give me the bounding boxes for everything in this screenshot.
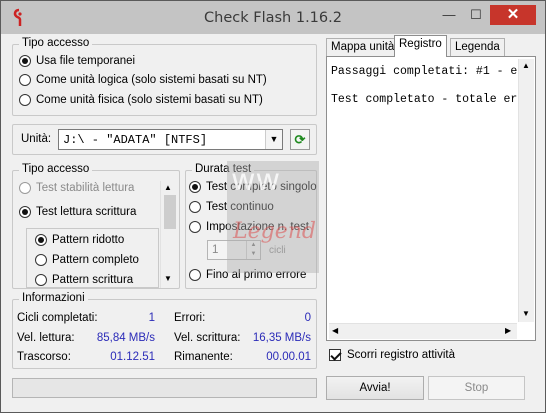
test-option-read-write[interactable]: Test lettura scrittura [19, 206, 136, 218]
title-bar[interactable]: Check Flash 1.16.2 — ☐ ✕ [1, 1, 545, 34]
errors-label: Errori: [174, 312, 206, 324]
checkbox-indicator[interactable] [329, 349, 341, 361]
elapsed-value: 01.12.51 [110, 351, 155, 363]
scroll-down-icon[interactable]: ▼ [522, 309, 530, 318]
log-text-area[interactable]: Passaggi completati: #1 - err Test compl… [329, 59, 517, 322]
radio-indicator[interactable] [35, 274, 47, 286]
radio-indicator[interactable] [189, 201, 201, 213]
option-label: Come unità fisica (solo sistemi basati s… [36, 94, 263, 106]
option-label: Fino al primo errore [206, 269, 307, 281]
log-line: Passaggi completati: #1 - err [331, 65, 517, 78]
elapsed-label: Trascorso: [17, 351, 71, 363]
chevron-down-icon[interactable]: ▼ [265, 130, 282, 149]
test-type-scrollbar[interactable]: ▲ ▼ [160, 181, 178, 288]
radio-indicator[interactable] [35, 254, 47, 266]
tab-log[interactable]: Registro [394, 35, 447, 57]
minimize-button[interactable]: — [436, 5, 462, 25]
radio-indicator[interactable] [19, 182, 31, 194]
info-group: Informazioni Cicli completati: 1 Errori:… [12, 292, 317, 369]
pattern-reduced[interactable]: Pattern ridotto [35, 234, 124, 246]
cycles-unit: cicli [269, 245, 286, 256]
option-label: Pattern completo [52, 254, 139, 266]
access-option-temp-files[interactable]: Usa file temporanei [19, 55, 135, 67]
cycles-stepper[interactable]: 1 ▲ ▼ [207, 240, 261, 260]
duration-n-tests[interactable]: Impostazione n. test [189, 221, 309, 233]
close-button[interactable]: ✕ [490, 5, 536, 25]
duration-single[interactable]: Test completo singolo [189, 181, 317, 193]
remaining-value: 00.00.01 [266, 351, 311, 363]
log-panel: Passaggi completati: #1 - err Test compl… [326, 56, 536, 341]
access-type-group: Tipo accesso Usa file temporanei Come un… [12, 37, 317, 116]
stepper-arrows-icon[interactable]: ▲ ▼ [246, 241, 260, 259]
scroll-thumb[interactable] [164, 195, 176, 229]
remaining-label: Rimanente: [174, 351, 233, 363]
radio-indicator[interactable] [19, 206, 31, 218]
duration-continuous[interactable]: Test continuo [189, 201, 274, 213]
radio-indicator[interactable] [189, 269, 201, 281]
autoscroll-label: Scorri registro attività [347, 349, 456, 361]
option-label: Pattern scrittura [52, 274, 134, 286]
radio-indicator[interactable] [189, 221, 201, 233]
scroll-up-icon[interactable]: ▲ [164, 183, 172, 192]
radio-indicator[interactable] [19, 74, 31, 86]
option-label: Come unità logica (solo sistemi basati s… [36, 74, 267, 86]
scroll-right-icon[interactable]: ▶ [505, 326, 511, 335]
errors-value: 0 [304, 312, 311, 324]
option-label: Impostazione n. test [206, 221, 309, 233]
stop-button[interactable]: Stop [428, 376, 525, 400]
pattern-list: Pattern ridotto Pattern completo Pattern… [26, 228, 159, 288]
cycles-completed-value: 1 [148, 312, 155, 324]
drive-select[interactable]: J:\ - "ADATA" [NTFS] ▼ [58, 129, 283, 150]
option-label: Usa file temporanei [36, 55, 136, 67]
radio-indicator[interactable] [19, 94, 31, 106]
write-speed-value: 16,35 MB/s [252, 332, 311, 344]
test-option-read-stability[interactable]: Test stabilità lettura [19, 182, 134, 194]
scroll-down-icon[interactable]: ▼ [164, 274, 172, 283]
tab-legend[interactable]: Legenda [450, 38, 505, 56]
drive-group: Unità: J:\ - "ADATA" [NTFS] ▼ ⟳ [12, 124, 317, 155]
radio-indicator[interactable] [189, 181, 201, 193]
log-scrollbar-v[interactable]: ▲ ▼ [518, 59, 534, 322]
scroll-up-icon[interactable]: ▲ [522, 61, 530, 70]
option-label: Test stabilità lettura [36, 182, 135, 194]
read-speed-value: 85,84 MB/s [96, 332, 155, 344]
pattern-full[interactable]: Pattern completo [35, 254, 139, 266]
scroll-left-icon[interactable]: ◀ [332, 326, 338, 335]
app-window: Check Flash 1.16.2 — ☐ ✕ Tipo accesso Us… [0, 0, 546, 413]
autoscroll-checkbox[interactable]: Scorri registro attività [329, 349, 455, 361]
write-speed-label: Vel. scrittura: [174, 332, 241, 344]
start-button[interactable]: Avvia! [326, 376, 424, 400]
progress-bar [12, 378, 317, 398]
option-label: Test completo singolo [206, 181, 317, 193]
radio-indicator[interactable] [19, 55, 31, 67]
radio-indicator[interactable] [35, 234, 47, 246]
tab-drive-map[interactable]: Mappa unità [326, 38, 400, 56]
drive-label: Unità: [21, 133, 52, 145]
refresh-icon[interactable]: ⟳ [290, 129, 310, 150]
test-type-title: Tipo accesso [19, 163, 93, 175]
access-type-title: Tipo accesso [19, 37, 93, 49]
option-label: Test lettura scrittura [36, 206, 137, 218]
test-type-group: Tipo accesso Test stabilità lettura Test… [12, 163, 180, 289]
option-label: Pattern ridotto [52, 234, 125, 246]
log-scrollbar-h[interactable]: ◀ ▶ [329, 323, 517, 339]
duration-first-error[interactable]: Fino al primo errore [189, 269, 306, 281]
duration-group: Durata test Test completo singolo Test c… [185, 163, 317, 289]
duration-title: Durata test [192, 163, 255, 175]
read-speed-label: Vel. lettura: [17, 332, 75, 344]
maximize-button[interactable]: ☐ [463, 5, 489, 25]
option-label: Test continuo [206, 201, 274, 213]
drive-value: J:\ - "ADATA" [NTFS] [63, 133, 208, 147]
cycles-value: 1 [212, 244, 219, 256]
pattern-write[interactable]: Pattern scrittura [35, 274, 133, 286]
access-option-physical[interactable]: Come unità fisica (solo sistemi basati s… [19, 94, 263, 106]
info-title: Informazioni [19, 292, 88, 304]
cycles-completed-label: Cicli completati: [17, 312, 98, 324]
access-option-logical[interactable]: Come unità logica (solo sistemi basati s… [19, 74, 267, 86]
log-line: Test completato - totale erro [331, 93, 517, 106]
